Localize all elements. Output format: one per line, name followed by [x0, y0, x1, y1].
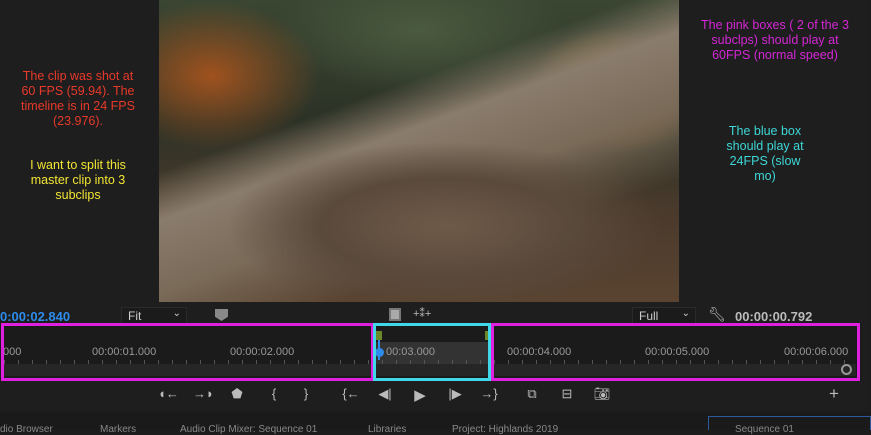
overwrite-icon[interactable]: ⊟	[558, 386, 576, 402]
go-to-out-marker-icon[interactable]: →◗	[193, 386, 214, 401]
mark-out-icon[interactable]: }	[297, 386, 315, 401]
add-button[interactable]: +	[825, 384, 843, 404]
pink-box-1	[1, 323, 374, 381]
go-to-in-marker-icon[interactable]: ◖←	[158, 386, 179, 401]
sequence-panel-tab[interactable]: Sequence 01	[708, 416, 871, 435]
add-marker-icon[interactable]: ⬟	[228, 386, 246, 402]
blue-box	[373, 323, 491, 381]
resolution-select[interactable]: Full ⌄	[632, 307, 696, 324]
annotation-blue: The blue box should play at 24FPS (slow …	[726, 124, 804, 183]
bottom-tab-bar: dio Browser Markers Audio Clip Mixer: Se…	[0, 412, 871, 435]
go-to-in-icon[interactable]: {←	[342, 386, 360, 401]
wrench-icon[interactable]: 🔧︎	[708, 306, 726, 323]
zoom-value: Fit	[128, 309, 142, 323]
annotation-pink: The pink boxes ( 2 of the 3 subclps) sho…	[700, 18, 849, 62]
mark-in-icon[interactable]: {	[265, 386, 283, 401]
zoom-select[interactable]: Fit ⌄	[121, 307, 187, 324]
chevron-down-icon: ⌄	[172, 308, 181, 319]
insert-icon[interactable]: ⧉	[523, 386, 541, 402]
go-to-out-icon[interactable]: →}	[480, 386, 498, 401]
pink-box-2	[491, 323, 860, 381]
step-back-icon[interactable]: ◀|	[376, 386, 394, 402]
resolution-value: Full	[639, 309, 659, 323]
annotation-fps: The clip was shot at 60 FPS (59.94). The…	[21, 69, 135, 128]
play-icon[interactable]: ▶	[411, 386, 429, 404]
current-timecode[interactable]: 0:00:02.840	[0, 309, 70, 324]
annotation-split: I want to split this master clip into 3 …	[30, 158, 126, 202]
camera-icon[interactable]: 📷︎	[593, 386, 611, 402]
filmstrip-icon[interactable]	[389, 308, 401, 321]
video-frame	[159, 0, 679, 302]
audio-waveform-icon[interactable]: +⁑+	[413, 307, 431, 320]
duration-timecode: 00:00:00.792	[735, 309, 813, 324]
chevron-down-icon: ⌄	[681, 308, 690, 319]
step-forward-icon[interactable]: |▶	[446, 386, 464, 402]
